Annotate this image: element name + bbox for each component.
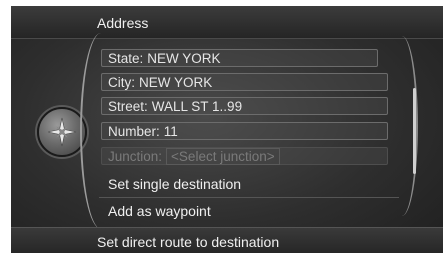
number-value: 11 — [163, 124, 178, 139]
street-value: WALL ST 1..99 — [151, 99, 243, 114]
set-single-destination-button[interactable]: Set single destination — [108, 176, 241, 192]
scrollbar[interactable] — [413, 88, 416, 174]
street-label: Street: — [108, 99, 148, 114]
number-field[interactable]: Number: 11 — [101, 122, 388, 140]
set-direct-route-button[interactable]: Set direct route to destination — [97, 234, 279, 250]
state-field[interactable]: State: NEW YORK — [101, 49, 378, 67]
footer-bar[interactable]: Set direct route to destination — [11, 227, 443, 253]
navigation-screen: Address State: NEW YORK City: NEW YORK Str… — [0, 0, 443, 253]
state-label: State: — [108, 51, 144, 66]
divider — [99, 197, 399, 198]
header-bar: Address — [11, 6, 443, 39]
junction-value: <Select junction> — [166, 148, 280, 165]
junction-label: Junction: — [108, 149, 163, 164]
display-frame: Address State: NEW YORK City: NEW YORK Str… — [11, 6, 443, 253]
number-label: Number: — [108, 124, 160, 139]
city-value: NEW YORK — [139, 75, 213, 90]
city-field[interactable]: City: NEW YORK — [101, 73, 388, 91]
state-value: NEW YORK — [147, 51, 221, 66]
junction-field: Junction: <Select junction> — [101, 147, 388, 165]
street-field[interactable]: Street: WALL ST 1..99 — [101, 97, 388, 115]
page-title: Address — [97, 15, 149, 31]
city-label: City: — [108, 75, 135, 90]
add-as-waypoint-button[interactable]: Add as waypoint — [108, 203, 211, 219]
